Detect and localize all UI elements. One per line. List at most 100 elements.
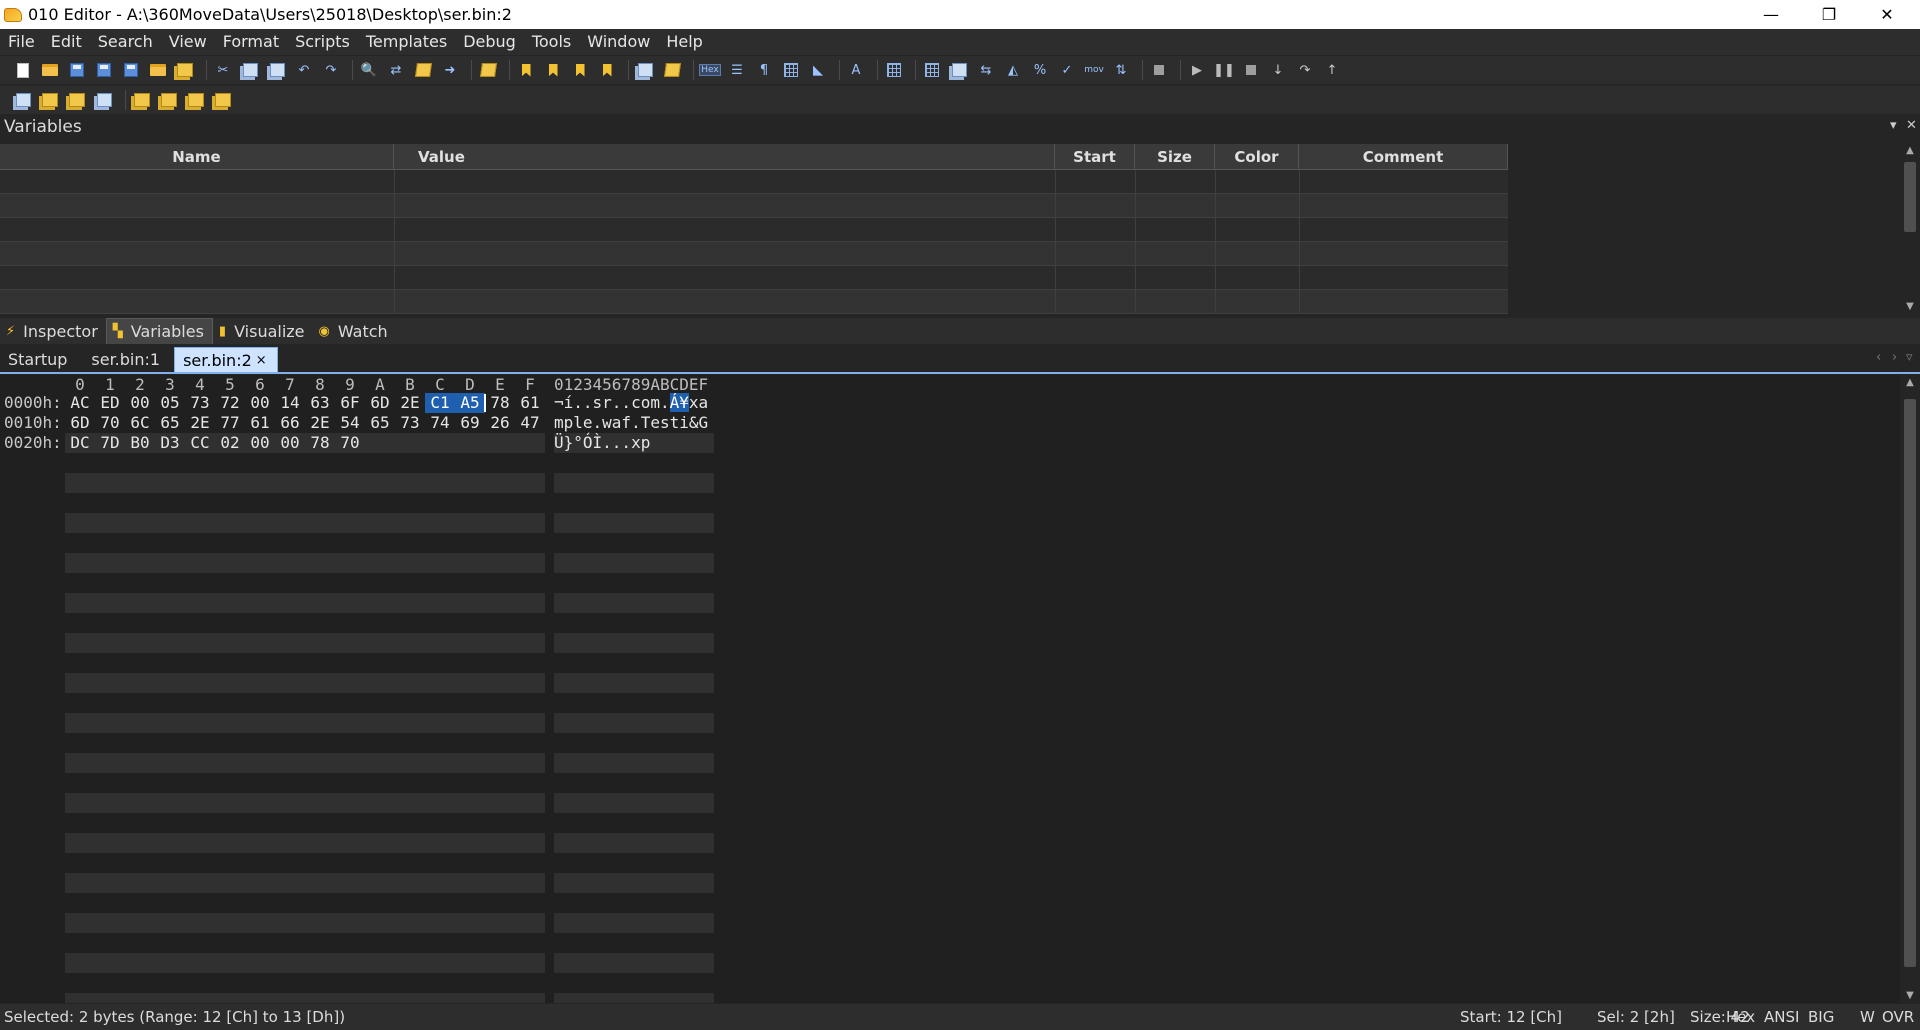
- script-new-icon[interactable]: [185, 89, 207, 111]
- hex-byte[interactable]: 63: [305, 393, 335, 413]
- column-size[interactable]: Size: [1135, 144, 1215, 170]
- new-file-icon[interactable]: [12, 59, 34, 81]
- hex-byte[interactable]: 00: [245, 393, 275, 413]
- hex-row[interactable]: 0000h: AC ED 00 05 73 72 00 14 63 6F 6D 2E C1 A5 78 61 ¬í…: [0, 393, 720, 413]
- insert-mode-status[interactable]: OVR: [1882, 1004, 1914, 1030]
- template-edit-icon[interactable]: [39, 89, 61, 111]
- hex-byte[interactable]: 00: [245, 433, 275, 453]
- scroll-up-icon[interactable]: ▲: [1900, 377, 1920, 388]
- redo-icon[interactable]: ↷: [320, 59, 342, 81]
- columns-icon[interactable]: [780, 59, 802, 81]
- hex-byte[interactable]: AC: [65, 393, 95, 413]
- menu-file[interactable]: File: [0, 29, 43, 55]
- write-status[interactable]: W: [1860, 1004, 1875, 1030]
- script-edit-icon[interactable]: [158, 89, 180, 111]
- column-start[interactable]: Start: [1055, 144, 1135, 170]
- step-over-icon[interactable]: ↷: [1294, 59, 1316, 81]
- compare-icon[interactable]: [634, 59, 656, 81]
- hex-byte[interactable]: A5: [455, 393, 485, 413]
- hex-byte[interactable]: 69: [455, 413, 485, 433]
- table-row[interactable]: [0, 242, 1508, 266]
- menu-debug[interactable]: Debug: [455, 29, 524, 55]
- tab-inspector[interactable]: ⚡ Inspector: [0, 318, 106, 344]
- menu-help[interactable]: Help: [658, 29, 710, 55]
- convert-icon[interactable]: ⇆: [975, 59, 997, 81]
- print-icon[interactable]: [477, 59, 499, 81]
- text-mode-icon[interactable]: ☰: [726, 59, 748, 81]
- hex-byte[interactable]: 78: [485, 393, 515, 413]
- hex-mode-status[interactable]: Hex: [1726, 1004, 1755, 1030]
- tab-visualize[interactable]: ▮ Visualize: [213, 318, 313, 344]
- hex-byte[interactable]: 77: [215, 413, 245, 433]
- tab-scroll-left-icon[interactable]: ‹: [1876, 350, 1881, 365]
- menu-search[interactable]: Search: [90, 29, 161, 55]
- hex-byte[interactable]: 78: [305, 433, 335, 453]
- goto-icon[interactable]: ➜: [439, 59, 461, 81]
- column-color[interactable]: Color: [1215, 144, 1299, 170]
- edit-as-icon[interactable]: ◣: [807, 59, 829, 81]
- ascii-text[interactable]: mple.waf.Testi&G: [554, 413, 714, 433]
- bookmark-toggle-icon[interactable]: [542, 59, 564, 81]
- scroll-up-icon[interactable]: ▲: [1900, 144, 1920, 158]
- endian-status[interactable]: BIG: [1808, 1004, 1834, 1030]
- chart-icon[interactable]: ◭: [1002, 59, 1024, 81]
- table-row[interactable]: [0, 170, 1508, 194]
- histogram-icon[interactable]: [661, 59, 683, 81]
- hex-byte[interactable]: 70: [95, 413, 125, 433]
- bookmark-icon[interactable]: [515, 59, 537, 81]
- tab-startup[interactable]: Startup: [0, 347, 77, 373]
- hex-byte[interactable]: 72: [215, 393, 245, 413]
- menu-format[interactable]: Format: [215, 29, 287, 55]
- hex-byte[interactable]: 73: [395, 413, 425, 433]
- tab-watch[interactable]: ◉ Watch: [313, 318, 396, 344]
- close-file-icon[interactable]: [174, 59, 196, 81]
- binary-icon[interactable]: [883, 59, 905, 81]
- clipboard-icon[interactable]: [948, 59, 970, 81]
- hex-byte[interactable]: 2E: [305, 413, 335, 433]
- hex-byte[interactable]: 2E: [185, 413, 215, 433]
- hex-byte[interactable]: 70: [335, 433, 365, 453]
- save-all-icon[interactable]: [120, 59, 142, 81]
- hex-byte[interactable]: 00: [275, 433, 305, 453]
- stop-script-icon[interactable]: [1148, 59, 1170, 81]
- hex-byte[interactable]: 54: [335, 413, 365, 433]
- menu-window[interactable]: Window: [579, 29, 658, 55]
- table-row[interactable]: [0, 290, 1508, 314]
- script-open-icon[interactable]: [212, 89, 234, 111]
- stop-icon[interactable]: [1240, 59, 1262, 81]
- find-in-files-icon[interactable]: [412, 59, 434, 81]
- hex-byte[interactable]: 14: [275, 393, 305, 413]
- copy-icon[interactable]: [239, 59, 261, 81]
- scroll-down-icon[interactable]: ▼: [1900, 990, 1920, 1001]
- hex-byte[interactable]: 66: [275, 413, 305, 433]
- percent-icon[interactable]: %: [1029, 59, 1051, 81]
- step-out-icon[interactable]: ↑: [1321, 59, 1343, 81]
- base-converter-icon[interactable]: ⇅: [1110, 59, 1132, 81]
- close-button[interactable]: ✕: [1858, 0, 1916, 29]
- tab-variables[interactable]: ▚ Variables: [105, 318, 213, 344]
- step-into-icon[interactable]: ↓: [1267, 59, 1289, 81]
- maximize-button[interactable]: ❐: [1800, 0, 1858, 29]
- menu-scripts[interactable]: Scripts: [287, 29, 358, 55]
- hex-byte[interactable]: B0: [125, 433, 155, 453]
- ascii-text[interactable]: ¬í..sr..com.Á¥xa: [554, 393, 714, 413]
- hex-byte[interactable]: D3: [155, 433, 185, 453]
- cut-icon[interactable]: ✂: [212, 59, 234, 81]
- menu-edit[interactable]: Edit: [43, 29, 90, 55]
- bookmark-next-icon[interactable]: [569, 59, 591, 81]
- hex-byte[interactable]: 61: [245, 413, 275, 433]
- replace-icon[interactable]: ⇄: [385, 59, 407, 81]
- hex-byte[interactable]: 73: [185, 393, 215, 413]
- disassembler-icon[interactable]: mov: [1083, 59, 1105, 81]
- template-run-icon[interactable]: [12, 89, 34, 111]
- scroll-down-icon[interactable]: ▼: [1900, 300, 1920, 314]
- table-row[interactable]: [0, 194, 1508, 218]
- table-row[interactable]: [0, 266, 1508, 290]
- hex-byte[interactable]: 7D: [95, 433, 125, 453]
- hex-byte[interactable]: 47: [515, 413, 545, 433]
- tab-ser-bin-1[interactable]: ser.bin:1: [83, 347, 170, 373]
- hex-byte[interactable]: 65: [365, 413, 395, 433]
- hex-mode-icon[interactable]: Hex: [699, 59, 721, 81]
- hex-byte[interactable]: 02: [215, 433, 245, 453]
- paste-icon[interactable]: [266, 59, 288, 81]
